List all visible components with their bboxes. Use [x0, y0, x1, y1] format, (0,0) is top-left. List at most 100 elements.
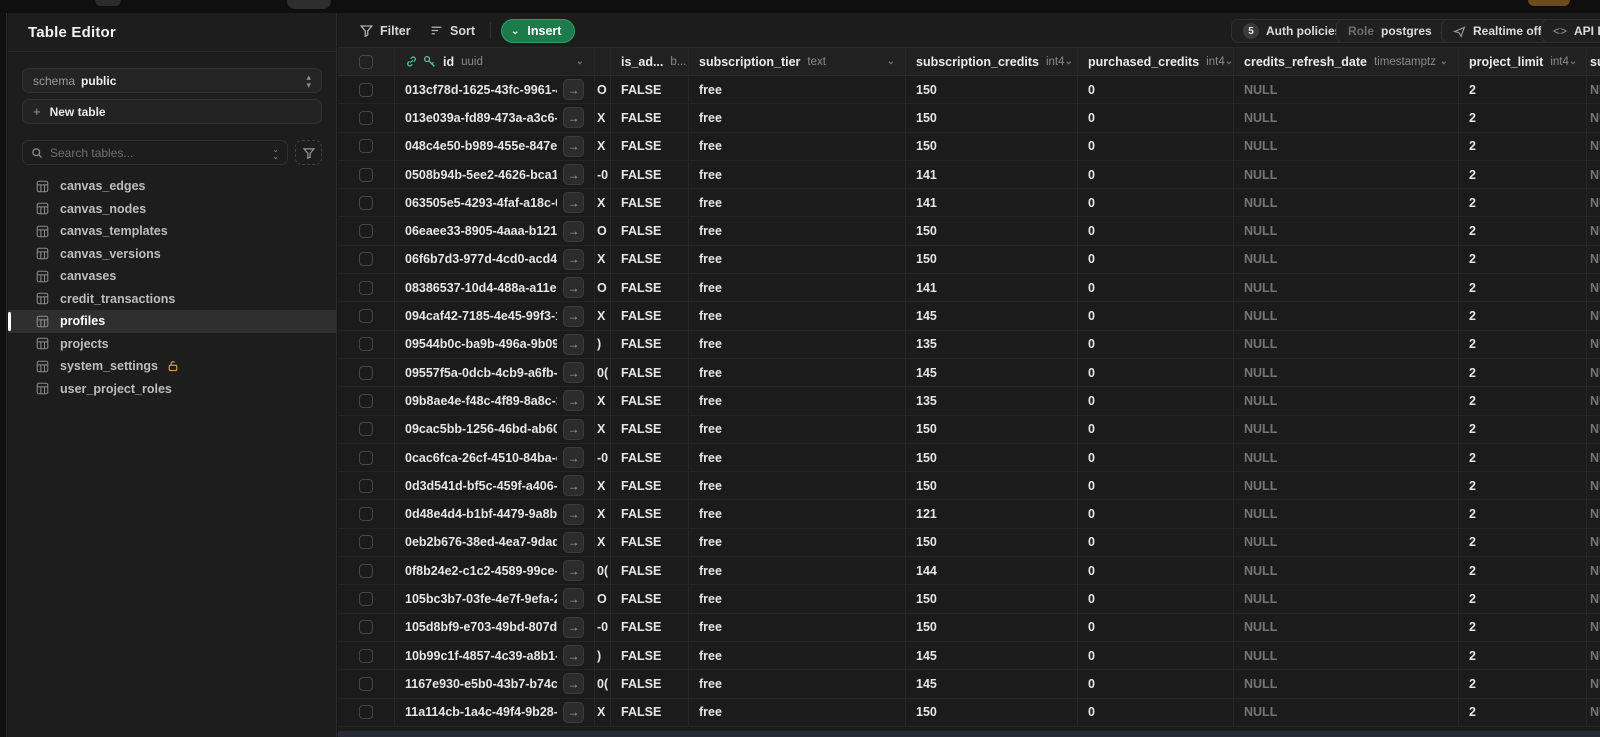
- subscription-credits-cell[interactable]: 145: [906, 302, 1078, 330]
- clipped-su-cell[interactable]: NU: [1587, 529, 1600, 556]
- id-cell[interactable]: 013cf78d-1625-43fc-9961-442189... →: [395, 76, 595, 104]
- clipped-cell[interactable]: -0: [595, 160, 611, 189]
- expand-row-button[interactable]: →: [563, 192, 584, 214]
- credits-refresh-date-cell[interactable]: NULL: [1234, 500, 1459, 528]
- credits-refresh-date-cell[interactable]: NULL: [1234, 274, 1459, 302]
- subscription-tier-cell[interactable]: free: [689, 189, 906, 217]
- clipped-su-cell[interactable]: NU: [1587, 274, 1600, 301]
- clipped-su-cell[interactable]: NU: [1587, 217, 1600, 244]
- table-row[interactable]: 10b99c1f-4857-4c39-a8b1-263b8... → ) FAL…: [338, 641, 1600, 671]
- project-limit-cell[interactable]: 2: [1459, 217, 1587, 245]
- table-row[interactable]: 063505e5-4293-4faf-a18c-0e65b... → X FAL…: [338, 189, 1600, 218]
- purchased-credits-cell[interactable]: 0: [1078, 160, 1234, 189]
- subscription-credits-cell[interactable]: 141: [906, 160, 1078, 189]
- credits-refresh-date-cell[interactable]: NULL: [1234, 330, 1459, 358]
- purchased-credits-cell[interactable]: 0: [1078, 302, 1234, 330]
- credits-refresh-date-cell[interactable]: NULL: [1234, 585, 1459, 613]
- clipped-cell[interactable]: ): [595, 641, 611, 670]
- clipped-su-cell[interactable]: NU: [1587, 500, 1600, 527]
- horizontal-scrollbar[interactable]: [338, 731, 1600, 737]
- clipped-su-cell[interactable]: NU: [1587, 331, 1600, 358]
- credits-refresh-date-cell[interactable]: NULL: [1234, 670, 1459, 698]
- subscription-credits-cell[interactable]: 150: [906, 698, 1078, 726]
- subscription-credits-cell[interactable]: 150: [906, 245, 1078, 274]
- chevron-down-icon[interactable]: ⌄: [1569, 56, 1577, 67]
- purchased-credits-cell[interactable]: 0: [1078, 698, 1234, 726]
- id-cell[interactable]: 10b99c1f-4857-4c39-a8b1-263b8... →: [395, 641, 595, 670]
- clipped-cell[interactable]: X: [595, 698, 611, 726]
- expand-row-button[interactable]: →: [563, 560, 584, 582]
- row-checkbox[interactable]: [359, 393, 373, 408]
- clipped-su-cell[interactable]: NU: [1587, 472, 1600, 499]
- clipped-su-cell[interactable]: NU: [1587, 387, 1600, 414]
- id-cell[interactable]: 08386537-10d4-488a-a11e-eb5a6... →: [395, 274, 595, 302]
- is-admin-cell[interactable]: FALSE: [611, 613, 689, 641]
- expand-row-button[interactable]: →: [563, 531, 584, 553]
- clipped-su-cell[interactable]: NU: [1587, 246, 1600, 273]
- subscription-credits-cell[interactable]: 150: [906, 132, 1078, 160]
- table-row[interactable]: 0cac6fca-26cf-4510-84ba-c4580... → -0 FA…: [338, 443, 1600, 473]
- expand-row-button[interactable]: →: [563, 447, 584, 468]
- is-admin-cell[interactable]: FALSE: [611, 76, 689, 104]
- subscription-credits-cell[interactable]: 150: [906, 585, 1078, 613]
- sidebar-table-item[interactable]: user_project_roles: [8, 378, 336, 401]
- purchased-credits-cell[interactable]: 0: [1078, 585, 1234, 613]
- expand-row-button[interactable]: →: [563, 588, 584, 610]
- id-cell[interactable]: 09544b0c-ba9b-496a-9b09-244... →: [395, 330, 595, 358]
- is-admin-cell[interactable]: FALSE: [611, 641, 689, 670]
- expand-row-button[interactable]: →: [563, 616, 584, 638]
- is-admin-cell[interactable]: FALSE: [611, 132, 689, 160]
- search-tables-input[interactable]: Search tables... ⌄ ⌄: [22, 140, 288, 165]
- credits-refresh-date-cell[interactable]: NULL: [1234, 76, 1459, 104]
- clipped-su-cell[interactable]: NU: [1587, 699, 1600, 726]
- project-limit-cell[interactable]: 2: [1459, 500, 1587, 528]
- id-cell[interactable]: 0eb2b676-38ed-4ea7-9dad-38e6... →: [395, 528, 595, 557]
- subscription-credits-cell[interactable]: 150: [906, 217, 1078, 245]
- subscription-tier-cell[interactable]: free: [689, 670, 906, 698]
- realtime-toggle-button[interactable]: Realtime off: [1441, 19, 1554, 43]
- project-limit-cell[interactable]: 2: [1459, 472, 1587, 500]
- clipped-cell[interactable]: X: [595, 500, 611, 528]
- table-row[interactable]: 09544b0c-ba9b-496a-9b09-244... → ) FALSE…: [338, 330, 1600, 359]
- clipped-cell[interactable]: X: [595, 245, 611, 274]
- subscription-tier-cell[interactable]: free: [689, 358, 906, 387]
- subscription-tier-cell[interactable]: free: [689, 274, 906, 302]
- column-header-purchased-credits[interactable]: purchased_credits int4 ⌄: [1078, 48, 1234, 75]
- row-checkbox[interactable]: [359, 620, 373, 635]
- expand-row-button[interactable]: →: [563, 503, 584, 525]
- subscription-tier-cell[interactable]: free: [689, 387, 906, 415]
- project-limit-cell[interactable]: 2: [1459, 585, 1587, 613]
- clipped-cell[interactable]: 0(: [595, 557, 611, 585]
- table-row[interactable]: 105bc3b7-03fe-4e7f-9efa-21bb40... → O FA…: [338, 585, 1600, 614]
- purchased-credits-cell[interactable]: 0: [1078, 415, 1234, 443]
- clipped-su-cell[interactable]: NU: [1587, 302, 1600, 329]
- is-admin-cell[interactable]: FALSE: [611, 217, 689, 245]
- expand-row-button[interactable]: →: [563, 390, 584, 412]
- table-row[interactable]: 0eb2b676-38ed-4ea7-9dad-38e6... → X FALS…: [338, 528, 1600, 558]
- table-row[interactable]: 0f8b24e2-c1c2-4589-99ce-2c52d... → 0( FA…: [338, 557, 1600, 586]
- clipped-cell[interactable]: X: [595, 302, 611, 330]
- table-row[interactable]: 11a114cb-1a4c-49f4-9b28-52219ec... → X F…: [338, 698, 1600, 727]
- is-admin-cell[interactable]: FALSE: [611, 358, 689, 387]
- credits-refresh-date-cell[interactable]: NULL: [1234, 443, 1459, 472]
- subscription-credits-cell[interactable]: 144: [906, 557, 1078, 585]
- purchased-credits-cell[interactable]: 0: [1078, 189, 1234, 217]
- chevron-down-icon[interactable]: ⌄: [1065, 56, 1073, 67]
- credits-refresh-date-cell[interactable]: NULL: [1234, 528, 1459, 557]
- is-admin-cell[interactable]: FALSE: [611, 104, 689, 132]
- column-header-project-limit[interactable]: project_limit int4 ⌄: [1459, 48, 1587, 75]
- subscription-tier-cell[interactable]: free: [689, 641, 906, 670]
- expand-row-button[interactable]: →: [563, 305, 584, 327]
- subscription-tier-cell[interactable]: free: [689, 132, 906, 160]
- expand-row-button[interactable]: →: [563, 645, 584, 667]
- auth-policies-button[interactable]: 5 Auth policies: [1231, 19, 1354, 43]
- clipped-cell[interactable]: O: [595, 76, 611, 104]
- is-admin-cell[interactable]: FALSE: [611, 585, 689, 613]
- chevron-down-icon[interactable]: ⌄: [576, 56, 584, 67]
- subscription-tier-cell[interactable]: free: [689, 104, 906, 132]
- sidebar-table-item[interactable]: canvases: [8, 265, 336, 288]
- subscription-tier-cell[interactable]: free: [689, 245, 906, 274]
- clipped-cell[interactable]: X: [595, 132, 611, 160]
- subscription-credits-cell[interactable]: 135: [906, 387, 1078, 415]
- clipped-cell[interactable]: X: [595, 387, 611, 415]
